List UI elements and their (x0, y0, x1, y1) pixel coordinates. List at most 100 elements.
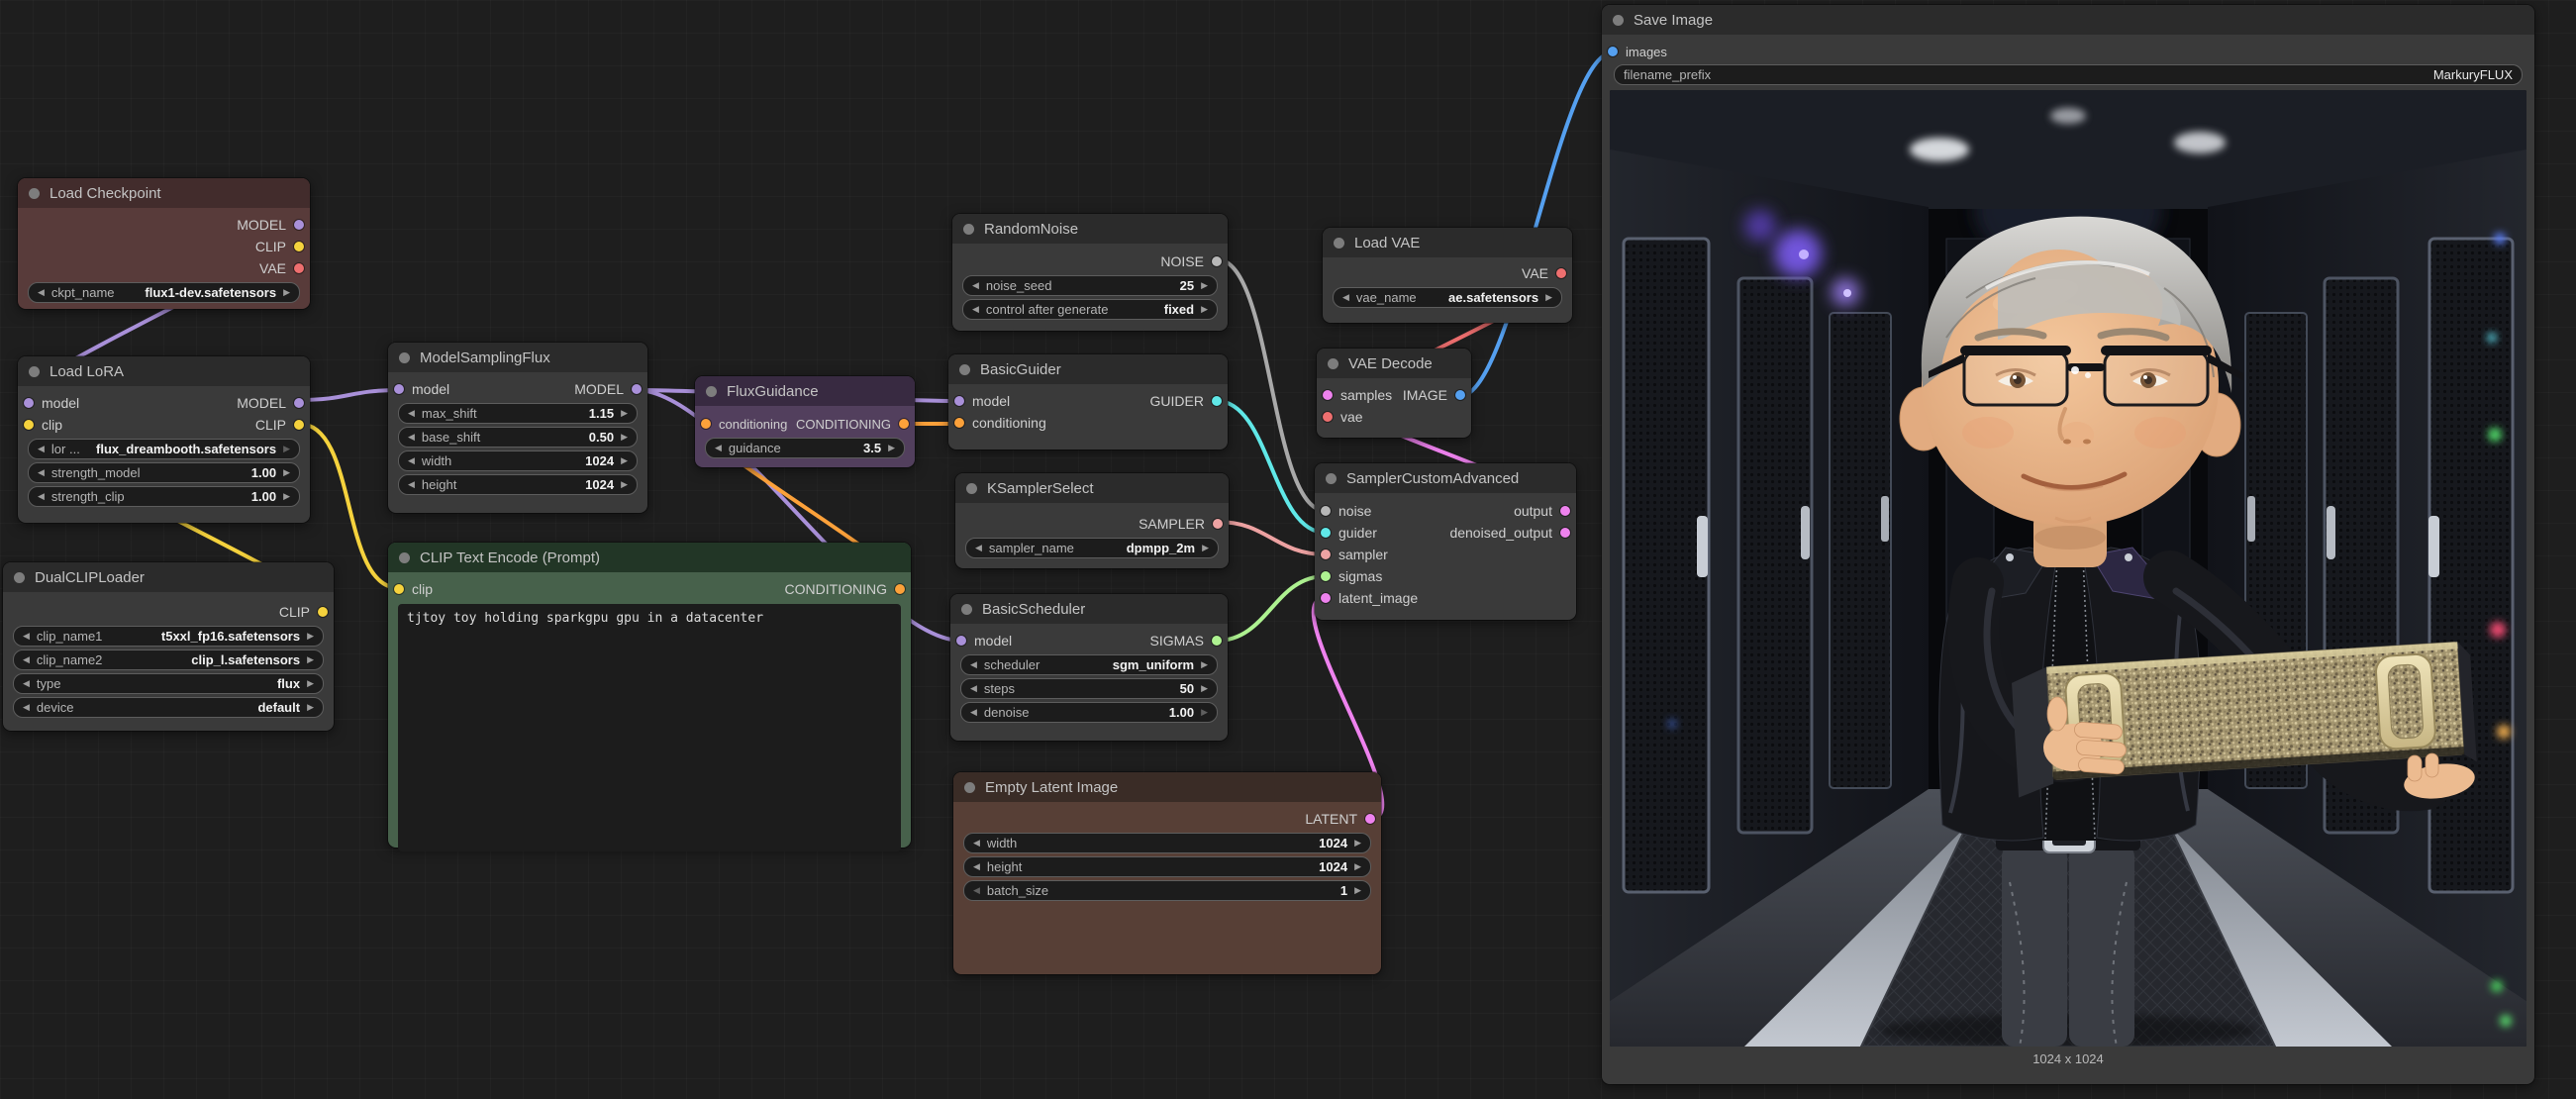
widget-vae-name[interactable]: ◀vae_nameae.safetensors▶ (1333, 287, 1562, 308)
node-graph-canvas[interactable]: Load Checkpoint MODEL CLIP VAE ◀ckpt_nam… (0, 0, 2576, 1099)
preview-image[interactable] (1610, 90, 2526, 1047)
collapse-dot-icon[interactable] (959, 364, 970, 375)
increment-icon[interactable]: ▶ (621, 433, 628, 442)
collapse-dot-icon[interactable] (29, 188, 40, 199)
decrement-icon[interactable]: ◀ (23, 679, 30, 688)
decrement-icon[interactable]: ◀ (1342, 293, 1349, 302)
port-samples-in[interactable] (1323, 390, 1333, 400)
decrement-icon[interactable]: ◀ (972, 305, 979, 314)
increment-icon[interactable]: ▶ (1202, 544, 1209, 552)
node-basic-guider[interactable]: BasicGuider modelGUIDER conditioning (948, 354, 1228, 450)
port-clip-out[interactable] (318, 607, 328, 617)
node-dual-clip-loader[interactable]: DualCLIPLoader CLIP ◀clip_name1t5xxl_fp1… (3, 562, 334, 731)
widget-control-after-generate[interactable]: ◀control after generatefixed▶ (962, 299, 1218, 320)
port-model-in[interactable] (954, 396, 964, 406)
widget-device[interactable]: ◀devicedefault▶ (13, 697, 324, 718)
port-clip-out[interactable] (294, 420, 304, 430)
widget-sampler-name[interactable]: ◀sampler_namedpmpp_2m▶ (965, 538, 1219, 558)
decrement-icon[interactable]: ◀ (970, 684, 977, 693)
widget-batch-size[interactable]: ◀batch_size1▶ (963, 880, 1371, 901)
port-noise-out[interactable] (1212, 256, 1222, 266)
port-model-out[interactable] (294, 398, 304, 408)
widget-noise-seed[interactable]: ◀noise_seed25▶ (962, 275, 1218, 296)
node-empty-latent-image[interactable]: Empty Latent Image LATENT ◀width1024▶ ◀h… (953, 772, 1381, 974)
increment-icon[interactable]: ▶ (1201, 305, 1208, 314)
node-flux-guidance[interactable]: FluxGuidance conditioningCONDITIONING ◀g… (695, 376, 915, 467)
widget-lora-name[interactable]: ◀lor ...flux_dreambooth.safetensors▶ (28, 439, 300, 459)
decrement-icon[interactable]: ◀ (23, 703, 30, 712)
increment-icon[interactable]: ▶ (283, 445, 290, 453)
collapse-dot-icon[interactable] (14, 572, 25, 583)
increment-icon[interactable]: ▶ (621, 409, 628, 418)
node-ksampler-select[interactable]: KSamplerSelect SAMPLER ◀sampler_namedpmp… (955, 473, 1229, 568)
increment-icon[interactable]: ▶ (307, 655, 314, 664)
increment-icon[interactable]: ▶ (283, 468, 290, 477)
widget-base-shift[interactable]: ◀base_shift0.50▶ (398, 427, 638, 448)
increment-icon[interactable]: ▶ (1201, 281, 1208, 290)
collapse-dot-icon[interactable] (963, 224, 974, 235)
increment-icon[interactable]: ▶ (888, 444, 895, 452)
decrement-icon[interactable]: ◀ (23, 632, 30, 641)
decrement-icon[interactable]: ◀ (975, 544, 982, 552)
node-basic-scheduler[interactable]: BasicScheduler modelSIGMAS ◀schedulersgm… (950, 594, 1228, 741)
decrement-icon[interactable]: ◀ (38, 468, 45, 477)
node-load-checkpoint[interactable]: Load Checkpoint MODEL CLIP VAE ◀ckpt_nam… (18, 178, 310, 309)
port-image-out[interactable] (1455, 390, 1465, 400)
port-sampler-out[interactable] (1213, 519, 1223, 529)
widget-steps[interactable]: ◀steps50▶ (960, 678, 1218, 699)
port-noise-in[interactable] (1321, 506, 1331, 516)
widget-width[interactable]: ◀width1024▶ (963, 833, 1371, 853)
increment-icon[interactable]: ▶ (1201, 684, 1208, 693)
decrement-icon[interactable]: ◀ (973, 886, 980, 895)
decrement-icon[interactable]: ◀ (970, 660, 977, 669)
port-model-in[interactable] (394, 384, 404, 394)
port-model-out[interactable] (632, 384, 642, 394)
port-vae-in[interactable] (1323, 412, 1333, 422)
port-denoised-output-out[interactable] (1560, 528, 1570, 538)
node-save-image[interactable]: Save Image images filename_prefixMarkury… (1602, 5, 2534, 1084)
decrement-icon[interactable]: ◀ (973, 862, 980, 871)
node-clip-text-encode[interactable]: CLIP Text Encode (Prompt) clipCONDITIONI… (388, 543, 911, 848)
node-vae-decode[interactable]: VAE Decode samplesIMAGE vae (1317, 349, 1471, 438)
collapse-dot-icon[interactable] (961, 604, 972, 615)
port-guider-in[interactable] (1321, 528, 1331, 538)
collapse-dot-icon[interactable] (706, 386, 717, 397)
widget-ckpt-name[interactable]: ◀ckpt_nameflux1-dev.safetensors▶ (28, 282, 300, 303)
increment-icon[interactable]: ▶ (621, 480, 628, 489)
collapse-dot-icon[interactable] (1326, 473, 1337, 484)
collapse-dot-icon[interactable] (1334, 238, 1344, 249)
widget-type[interactable]: ◀typeflux▶ (13, 673, 324, 694)
decrement-icon[interactable]: ◀ (973, 839, 980, 848)
collapse-dot-icon[interactable] (399, 552, 410, 563)
port-clip-in[interactable] (24, 420, 34, 430)
collapse-dot-icon[interactable] (399, 352, 410, 363)
increment-icon[interactable]: ▶ (283, 288, 290, 297)
widget-filename-prefix[interactable]: filename_prefixMarkuryFLUX (1614, 64, 2523, 85)
node-load-vae[interactable]: Load VAE VAE ◀vae_nameae.safetensors▶ (1323, 228, 1572, 323)
widget-max-shift[interactable]: ◀max_shift1.15▶ (398, 403, 638, 424)
increment-icon[interactable]: ▶ (307, 632, 314, 641)
port-model-out[interactable] (294, 220, 304, 230)
decrement-icon[interactable]: ◀ (38, 492, 45, 501)
collapse-dot-icon[interactable] (1613, 15, 1624, 26)
decrement-icon[interactable]: ◀ (715, 444, 722, 452)
increment-icon[interactable]: ▶ (621, 456, 628, 465)
widget-guidance[interactable]: ◀guidance3.5▶ (705, 438, 905, 458)
decrement-icon[interactable]: ◀ (38, 445, 45, 453)
increment-icon[interactable]: ▶ (307, 703, 314, 712)
collapse-dot-icon[interactable] (966, 483, 977, 494)
decrement-icon[interactable]: ◀ (970, 708, 977, 717)
port-images-in[interactable] (1608, 47, 1618, 56)
port-model-in[interactable] (956, 636, 966, 646)
widget-scheduler[interactable]: ◀schedulersgm_uniform▶ (960, 654, 1218, 675)
decrement-icon[interactable]: ◀ (38, 288, 45, 297)
widget-width[interactable]: ◀width1024▶ (398, 450, 638, 471)
decrement-icon[interactable]: ◀ (408, 433, 415, 442)
port-vae-out[interactable] (294, 263, 304, 273)
port-model-in[interactable] (24, 398, 34, 408)
node-model-sampling-flux[interactable]: ModelSamplingFlux modelMODEL ◀max_shift1… (388, 343, 647, 513)
widget-clip-name1[interactable]: ◀clip_name1t5xxl_fp16.safetensors▶ (13, 626, 324, 647)
widget-height[interactable]: ◀height1024▶ (963, 856, 1371, 877)
increment-icon[interactable]: ▶ (1545, 293, 1552, 302)
increment-icon[interactable]: ▶ (1201, 708, 1208, 717)
